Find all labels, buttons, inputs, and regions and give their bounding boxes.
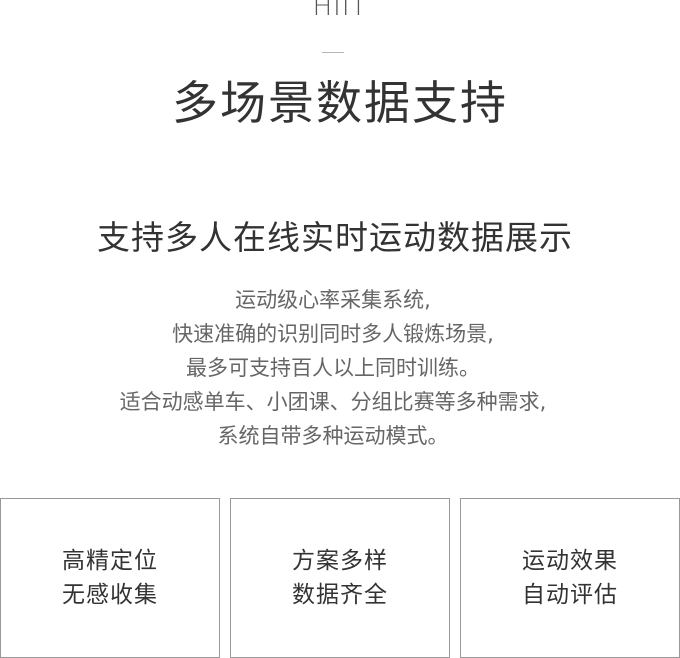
feature-card-line: 高精定位 — [62, 548, 158, 574]
feature-card-solutions: 方案多样 数据齐全 — [230, 498, 450, 658]
feature-card-line: 运动效果 — [522, 548, 618, 574]
section-eyebrow: HIIT — [312, 0, 368, 22]
page-title: 多场景数据支持 — [172, 76, 508, 130]
description-line: 系统自带多种运动模式。 — [217, 424, 449, 448]
feature-description: 运动级心率采集系统, 快速准确的识别同时多人锻炼场景, 最多可支持百人以上同时训… — [0, 283, 666, 453]
feature-card-line: 无感收集 — [62, 582, 158, 608]
description-line: 最多可支持百人以上同时训练。 — [186, 356, 480, 380]
description-line: 快速准确的识别同时多人锻炼场景, — [172, 322, 494, 346]
feature-subtitle: 支持多人在线实时运动数据展示 — [97, 218, 573, 257]
feature-card-evaluation: 运动效果 自动评估 — [460, 498, 680, 658]
feature-card-positioning: 高精定位 无感收集 — [0, 498, 220, 658]
title-divider — [322, 52, 344, 53]
description-line: 适合动感单车、小团课、分组比赛等多种需求, — [119, 390, 547, 414]
description-line: 运动级心率采集系统, — [235, 288, 431, 312]
feature-card-line: 数据齐全 — [292, 582, 388, 608]
feature-card-line: 方案多样 — [292, 548, 388, 574]
feature-cards: 高精定位 无感收集 方案多样 数据齐全 运动效果 自动评估 — [0, 498, 680, 658]
feature-card-line: 自动评估 — [522, 582, 618, 608]
